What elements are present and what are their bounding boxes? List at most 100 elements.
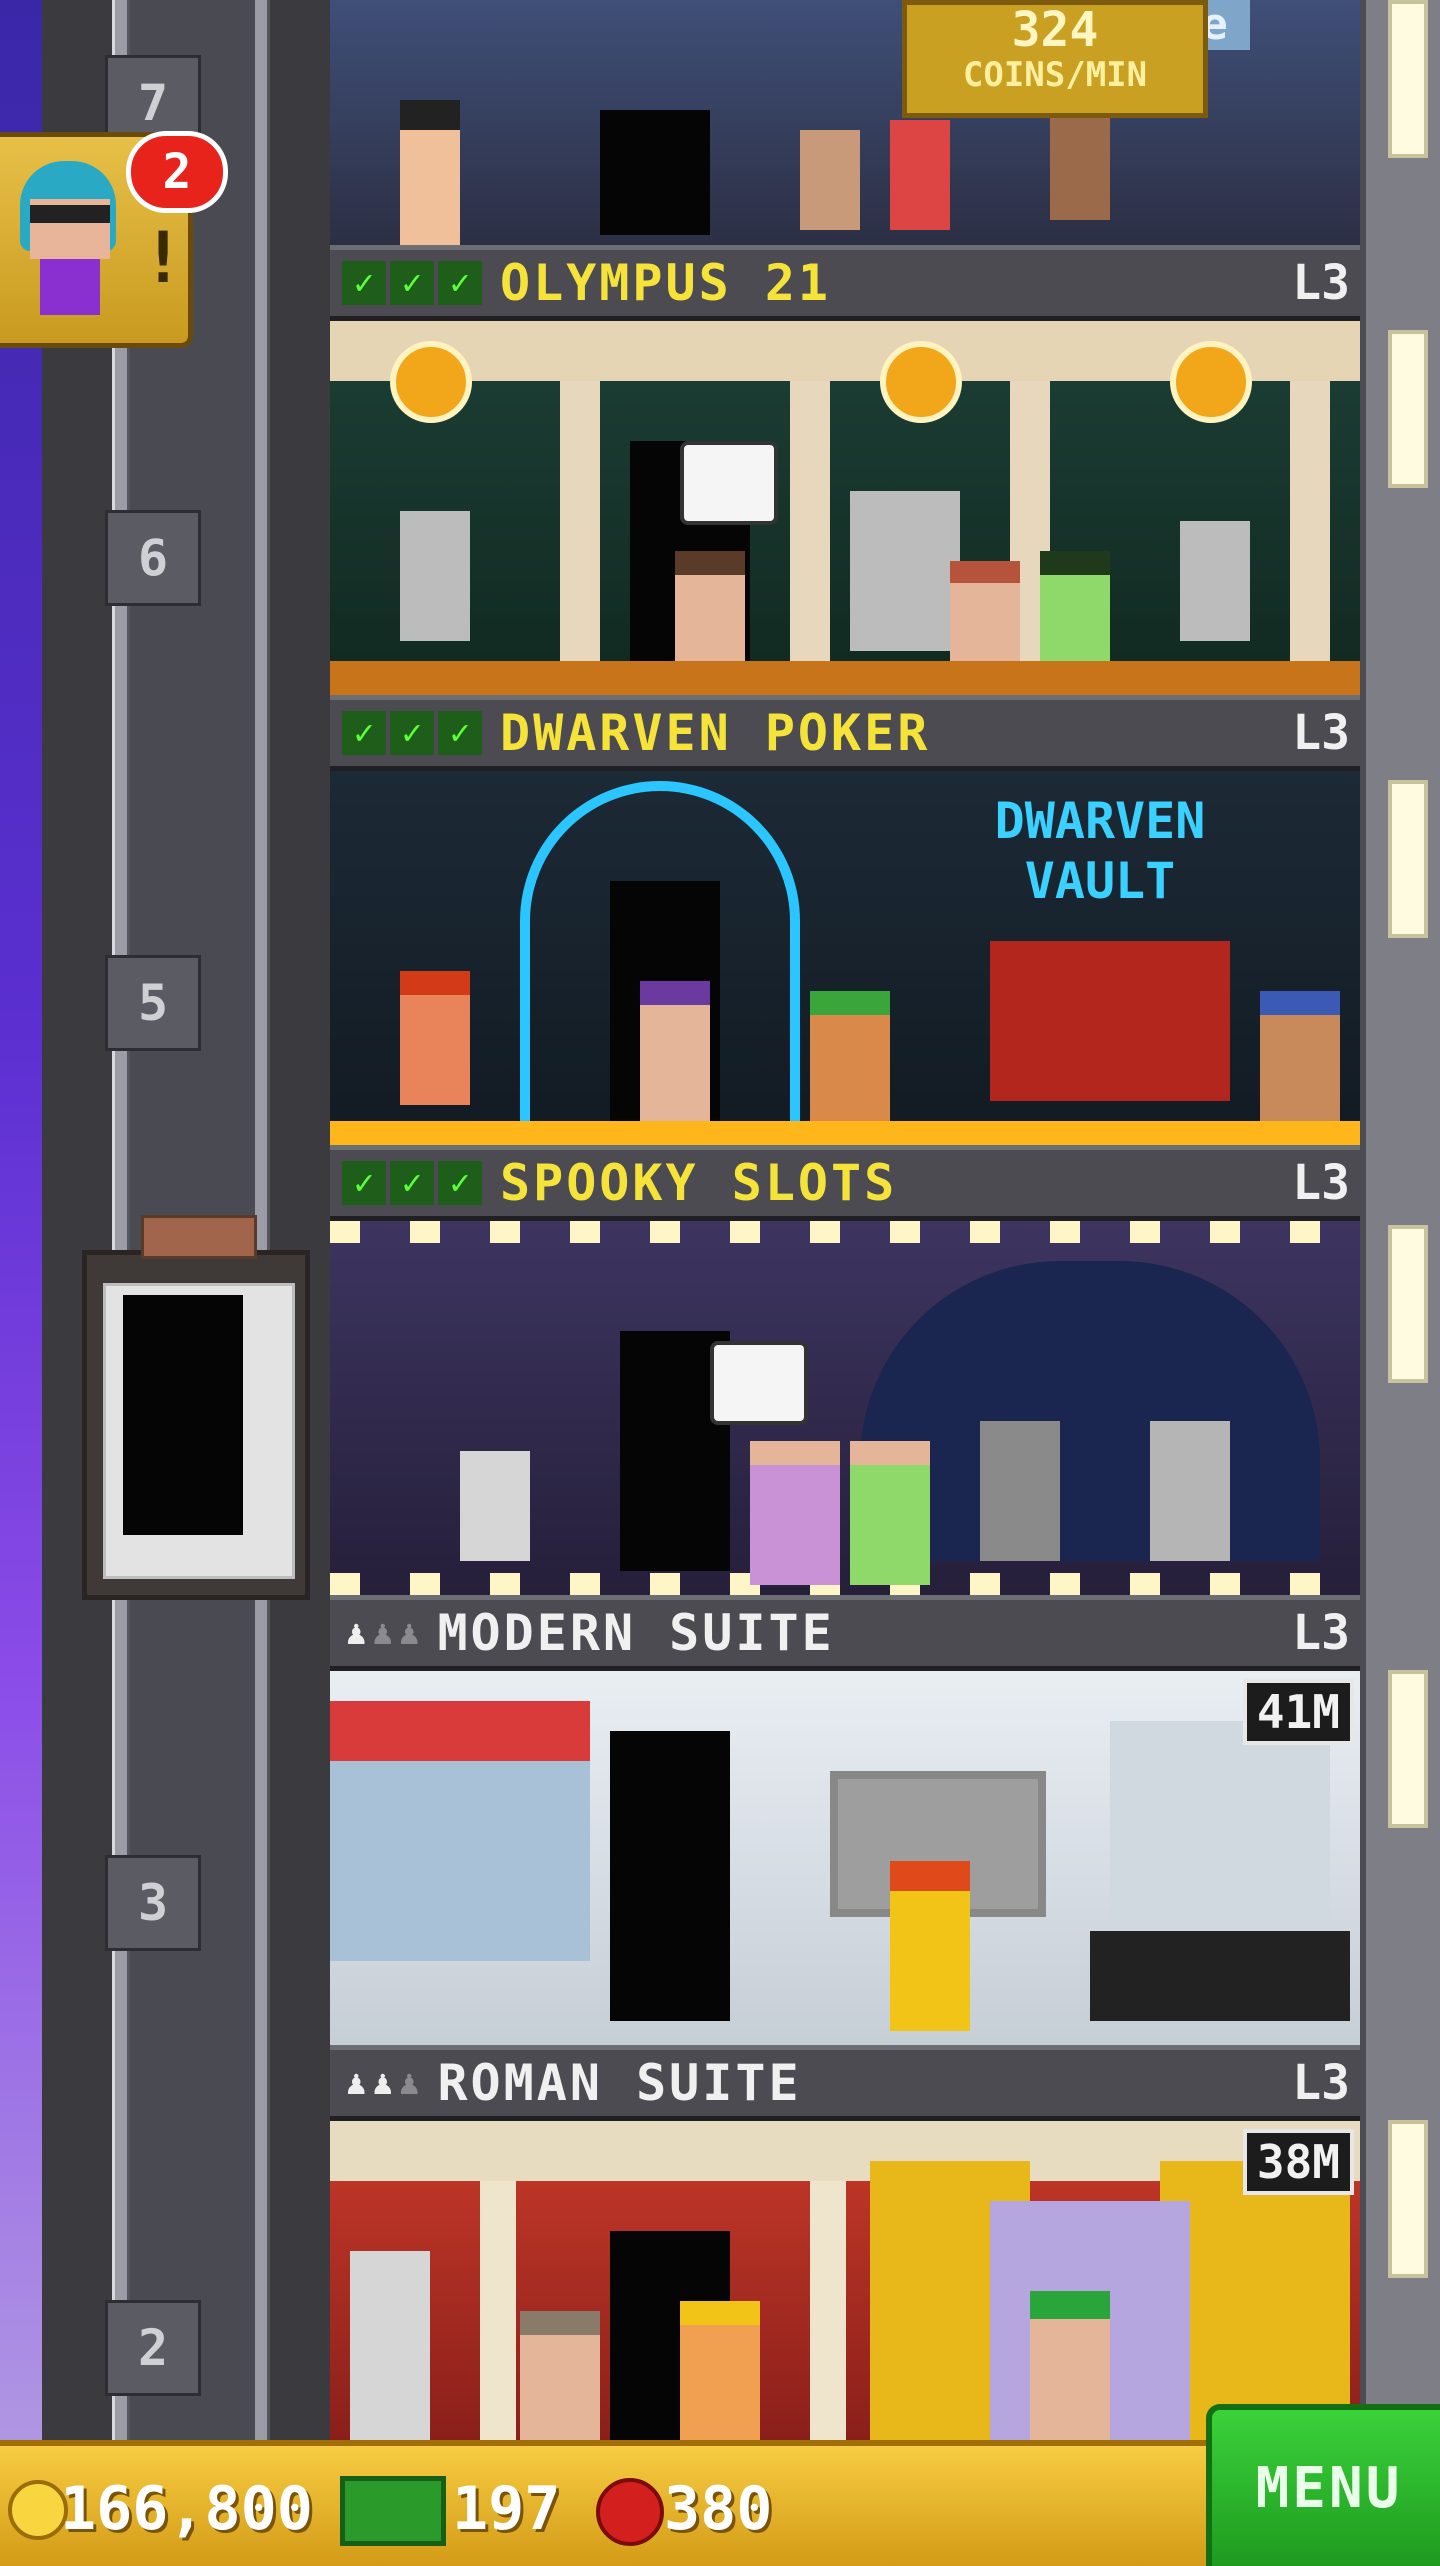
residents: ♟ ♟ ♟ bbox=[346, 2063, 419, 2103]
sky-background bbox=[0, 0, 42, 2560]
floor-level: L3 bbox=[1292, 1155, 1350, 1211]
menu-button[interactable]: MENU bbox=[1206, 2404, 1440, 2566]
check-icon: ✓ bbox=[390, 711, 434, 755]
zombie-sprite bbox=[980, 1421, 1060, 1561]
floor-label: ✓ ✓ ✓ SPOOKY SLOTS L3 bbox=[330, 1145, 1360, 1221]
floor-label: ✓ ✓ ✓ DWARVEN POKER L3 bbox=[330, 695, 1360, 771]
person-icon: ♟ bbox=[398, 1613, 420, 1653]
person-icon: ♟ bbox=[398, 2063, 420, 2103]
bux-balance: 197 bbox=[452, 2474, 561, 2544]
roman-room: 38M bbox=[330, 2121, 1360, 2440]
floor-number-2: 2 bbox=[105, 2300, 201, 2396]
statue-sprite bbox=[400, 511, 470, 641]
statue-sprite bbox=[1180, 521, 1250, 641]
chef-sprite bbox=[1050, 110, 1110, 220]
chip-icon bbox=[390, 341, 472, 423]
light-icon bbox=[1388, 2120, 1428, 2278]
check-icon: ✓ bbox=[438, 711, 482, 755]
floor-level: L3 bbox=[1292, 1605, 1350, 1661]
bed bbox=[1090, 1931, 1350, 2021]
coin-icon bbox=[8, 2480, 68, 2540]
coins-rate-unit: COINS/MIN bbox=[962, 55, 1148, 95]
column bbox=[1290, 381, 1330, 661]
slot-machine bbox=[1150, 1421, 1230, 1561]
guest-sprite bbox=[680, 2301, 760, 2440]
light-icon bbox=[1388, 0, 1428, 158]
floor-dwarven-poker[interactable]: ✓ ✓ ✓ DWARVEN POKER L3 DWARVEN VAULT bbox=[330, 695, 1360, 1145]
glasses-icon bbox=[30, 205, 110, 223]
elevator-door bbox=[123, 1295, 243, 1535]
room-door bbox=[600, 110, 710, 235]
waiter-sprite bbox=[400, 100, 460, 245]
gems-balance: 380 bbox=[664, 2474, 773, 2544]
avatar-body bbox=[40, 259, 100, 315]
check-icon: ✓ bbox=[438, 1161, 482, 1205]
dwarf-sprite bbox=[1260, 991, 1340, 1125]
spooky-room bbox=[330, 1221, 1360, 1595]
person-icon: ♟ bbox=[346, 2063, 367, 2103]
statue-sprite bbox=[350, 2251, 430, 2440]
light-icon bbox=[1388, 1225, 1428, 1383]
floor-level: L3 bbox=[1292, 255, 1350, 311]
light-icon bbox=[1388, 1670, 1428, 1828]
person-icon: ♟ bbox=[372, 2063, 393, 2103]
coins-rate: 324 bbox=[1011, 2, 1099, 58]
check-icon: ✓ bbox=[438, 261, 482, 305]
guest-sprite bbox=[520, 2311, 600, 2440]
floor-spooky-slots[interactable]: ✓ ✓ ✓ SPOOKY SLOTS L3 bbox=[330, 1145, 1360, 1595]
floor-number-5: 5 bbox=[105, 955, 201, 1051]
coins-per-minute-sign: 324 COINS/MIN bbox=[902, 0, 1208, 118]
elevator-car[interactable] bbox=[82, 1215, 310, 1600]
floor-level: L3 bbox=[1292, 705, 1350, 761]
floor-roman-suite[interactable]: ♟ ♟ ♟ ROMAN SUITE L3 38M bbox=[330, 2045, 1360, 2440]
floor-number-6: 6 bbox=[105, 510, 201, 606]
floor-olympus-21[interactable]: ✓ ✓ ✓ OLYMPUS 21 L3 bbox=[330, 245, 1360, 695]
floor-restaurant[interactable]: Cuisine 324 COINS/MIN bbox=[330, 0, 1360, 245]
floor-name: OLYMPUS 21 bbox=[500, 254, 832, 312]
red-wall bbox=[330, 1701, 590, 1761]
speech-bubble bbox=[680, 441, 778, 525]
robot-sprite bbox=[460, 1451, 530, 1561]
dwarf-sprite bbox=[810, 991, 890, 1125]
visitor-notification[interactable]: 2 ! bbox=[0, 131, 228, 348]
floor-level: L3 bbox=[1292, 2055, 1350, 2111]
price-tag: 41M bbox=[1242, 1679, 1354, 1745]
light-icon bbox=[1388, 330, 1428, 488]
floor-stripe bbox=[330, 661, 1360, 695]
elevator-rail bbox=[112, 0, 130, 2440]
check-icon: ✓ bbox=[342, 711, 386, 755]
floor-name: MODERN SUITE bbox=[437, 1604, 835, 1662]
guest-sprite bbox=[800, 130, 860, 230]
floor-modern-suite[interactable]: ♟ ♟ ♟ MODERN SUITE L3 41M bbox=[330, 1595, 1360, 2045]
guest-sprite bbox=[850, 1441, 930, 1585]
marquee-lights bbox=[330, 1221, 1360, 1243]
check-icon: ✓ bbox=[390, 1161, 434, 1205]
column bbox=[790, 381, 830, 661]
shelf bbox=[1110, 1721, 1330, 1921]
marquee-lights bbox=[330, 1573, 1360, 1595]
column bbox=[810, 2181, 846, 2440]
window bbox=[330, 1761, 590, 1961]
dwarven-room: DWARVEN VAULT bbox=[330, 771, 1360, 1145]
gem-icon bbox=[596, 2478, 664, 2546]
vault-sign: DWARVEN VAULT bbox=[994, 792, 1206, 910]
stock-status: ✓ ✓ ✓ bbox=[342, 1161, 482, 1205]
floor-label: ♟ ♟ ♟ ROMAN SUITE L3 bbox=[330, 2045, 1360, 2121]
floor-label: ♟ ♟ ♟ MODERN SUITE L3 bbox=[330, 1595, 1360, 1671]
column bbox=[480, 2181, 516, 2440]
guest-sprite bbox=[400, 971, 470, 1105]
chip-icon bbox=[1170, 341, 1252, 423]
light-icon bbox=[1388, 780, 1428, 938]
person-icon: ♟ bbox=[346, 1613, 367, 1653]
chip-icon bbox=[880, 341, 962, 423]
check-icon: ✓ bbox=[342, 261, 386, 305]
residents: ♟ ♟ ♟ bbox=[346, 1613, 419, 1653]
alert-icon: ! bbox=[142, 217, 185, 299]
zeus-statue-sprite bbox=[850, 491, 960, 651]
gold-pile bbox=[330, 1121, 1360, 1145]
floor-name: DWARVEN POKER bbox=[500, 704, 931, 762]
right-edge-panel bbox=[1360, 0, 1440, 2440]
person-icon: ♟ bbox=[372, 1613, 393, 1653]
guest-sprite bbox=[1030, 2291, 1110, 2440]
stock-status: ✓ ✓ ✓ bbox=[342, 261, 482, 305]
